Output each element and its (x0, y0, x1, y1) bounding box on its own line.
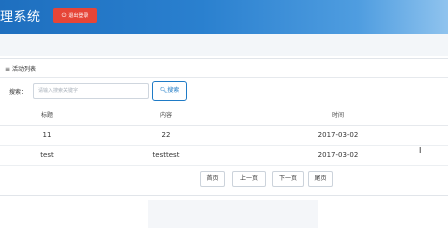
search-button-label: 搜索 (167, 87, 180, 94)
logout-label: 退出登录 (68, 13, 89, 19)
search-label: 搜索： (9, 89, 28, 96)
prev-page-button[interactable]: 上一页 (232, 171, 266, 187)
panel-title-text: 活动列表 (12, 66, 37, 73)
next-page-button[interactable]: 下一页 (272, 171, 304, 187)
app-title: 理系统 (0, 10, 41, 25)
cell-time: 2017-03-02 (317, 131, 359, 139)
power-icon: ⏻ (61, 12, 67, 19)
first-page-button[interactable]: 首页 (200, 171, 225, 187)
cell-title: 11 (42, 131, 52, 139)
panel-title: ≡ 活动列表 (5, 64, 36, 73)
last-page-button[interactable]: 尾页 (308, 171, 333, 187)
blurred-region (148, 200, 318, 228)
cell-content: 22 (161, 131, 171, 139)
search-input[interactable] (33, 83, 149, 99)
text-cursor-icon: I (419, 146, 422, 155)
column-header-time: 时间 (331, 112, 344, 119)
panel-header: ≡ 活动列表 (0, 59, 448, 78)
table-row[interactable]: 11 22 2017-03-02 (0, 126, 448, 146)
cell-content: testtest (152, 151, 180, 159)
cell-title: test (40, 151, 54, 159)
table-header: 标题 内容 时间 (0, 107, 448, 126)
column-header-title: 标题 (40, 112, 53, 119)
activity-panel: ≡活动列表 搜索： 🔍︎搜索 标题 内容 时间 11 22 2017-03-02… (0, 58, 448, 196)
list-icon: ≡ (5, 66, 11, 73)
header-bar: 理系统 ⏻ 退出登录 (0, 0, 448, 34)
table-row[interactable]: test testtest 2017-03-02 (0, 146, 448, 166)
search-button[interactable]: 🔍︎搜索 (152, 81, 187, 101)
logout-button[interactable]: ⏻ 退出登录 (53, 8, 97, 23)
cell-time: 2017-03-02 (317, 151, 359, 159)
sub-header-bar (0, 34, 448, 56)
column-header-content: 内容 (159, 112, 172, 119)
